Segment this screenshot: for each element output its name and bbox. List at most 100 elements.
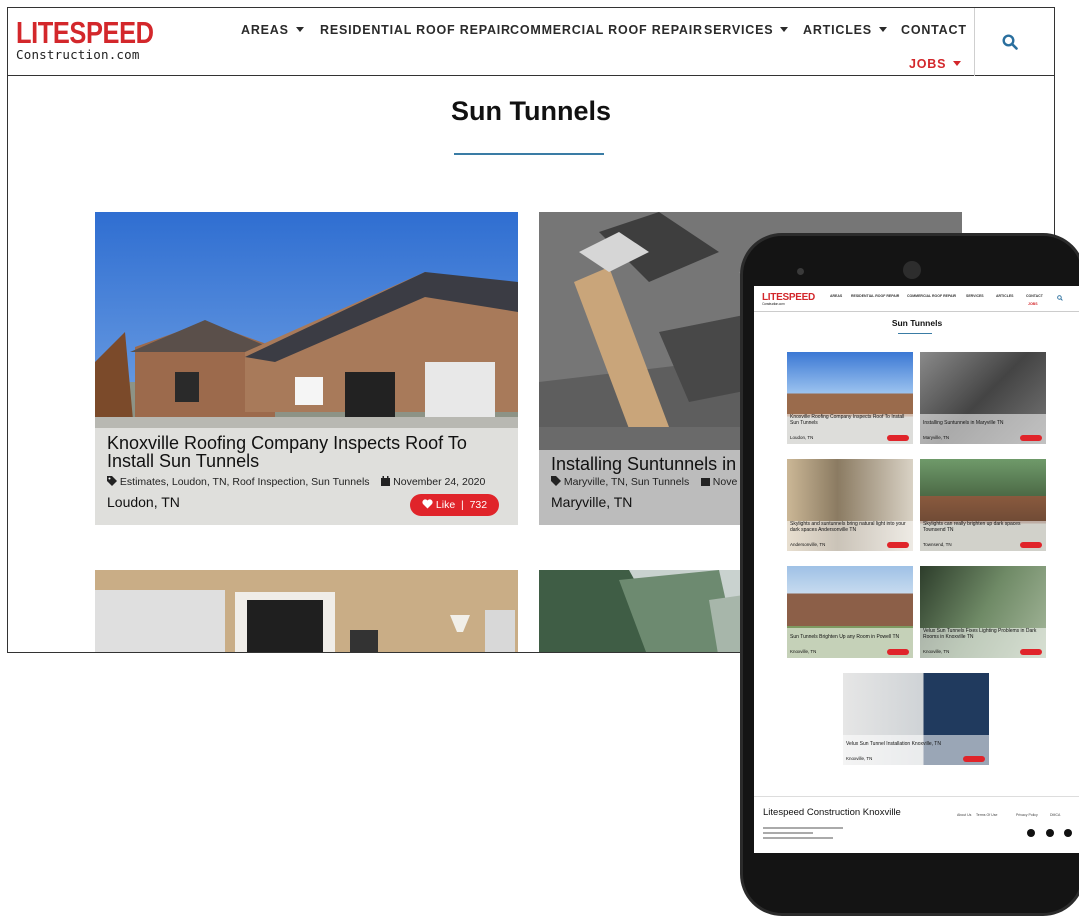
mobile-card-title: Skylights and suntunnels bring natural l… <box>790 521 906 533</box>
like-button[interactable] <box>887 649 909 655</box>
nav-item-contact[interactable]: CONTACT <box>901 23 967 37</box>
mobile-card-location: Knoxville, TN <box>846 756 873 761</box>
nav-label: AREAS <box>241 23 289 37</box>
phone-camera <box>797 268 804 275</box>
phone-speaker <box>903 261 921 279</box>
post-card[interactable] <box>95 570 518 652</box>
mobile-card[interactable]: Sun Tunnels Brighten Up any Room in Powe… <box>787 566 913 658</box>
footer-phone-line <box>763 832 813 834</box>
mobile-nav-areas[interactable]: AREAS <box>830 294 842 298</box>
phone-mockup: LITESPEED Construction.com AREAS RESIDENT… <box>740 233 1079 916</box>
caret-down-icon <box>953 61 962 66</box>
social-icon[interactable] <box>1064 829 1072 837</box>
mobile-card[interactable]: Skylights and suntunnels bring natural l… <box>787 459 913 551</box>
card-photo-room <box>95 570 518 652</box>
card-location: Loudon, TN <box>107 494 180 510</box>
mobile-nav-services[interactable]: SERVICES <box>966 294 984 298</box>
like-button[interactable] <box>1020 649 1042 655</box>
card-tags[interactable]: Maryville, TN, Sun Tunnels <box>564 476 689 488</box>
footer-link-about[interactable]: About Us <box>957 813 971 817</box>
mobile-card[interactable]: Velux Sun Tunnels Fixes Lighting Problem… <box>920 566 1046 658</box>
nav-item-areas[interactable]: AREAS <box>241 23 304 37</box>
mobile-card-location: Knoxville, TN <box>790 649 817 654</box>
social-icon[interactable] <box>1027 829 1035 837</box>
mobile-card-location: Loudon, TN <box>790 435 814 440</box>
calendar-icon <box>381 476 391 486</box>
footer-title: Litespeed Construction Knoxville <box>763 807 901 818</box>
tag-icon <box>551 476 561 486</box>
card-date: Nove <box>712 476 738 488</box>
like-button[interactable]: Like | 732 <box>410 494 500 516</box>
phone-screen: LITESPEED Construction.com AREAS RESIDENT… <box>754 286 1079 853</box>
footer-link-privacy[interactable]: Privacy Policy <box>1016 813 1038 817</box>
mobile-card-location: Andersonville, TN <box>790 542 826 547</box>
social-icon[interactable] <box>1046 829 1054 837</box>
like-button[interactable] <box>1020 542 1042 548</box>
mobile-card[interactable]: Installing Suntunnels in Maryville TN Ma… <box>920 352 1046 444</box>
search-icon[interactable] <box>1057 295 1063 301</box>
mobile-card-location: Maryville, TN <box>923 435 950 440</box>
footer-link-dmca[interactable]: DMCA <box>1050 813 1060 817</box>
nav-item-articles[interactable]: ARTICLES <box>803 23 887 37</box>
mobile-card-location: Knoxville, TN <box>923 649 950 654</box>
mobile-footer: Litespeed Construction Knoxville About U… <box>754 796 1079 853</box>
tag-icon <box>107 476 117 486</box>
nav-item-services[interactable]: SERVICES <box>704 23 789 37</box>
nav-label: ARTICLES <box>803 23 872 37</box>
nav-item-residential[interactable]: RESIDENTIAL ROOF REPAIR <box>320 23 511 37</box>
card-tags[interactable]: Estimates, Loudon, TN, Roof Inspection, … <box>120 476 370 488</box>
site-header: LITESPEED Construction.com AREAS RESIDEN… <box>8 8 1054 76</box>
mobile-card-title: Velux Sun Tunnels Fixes Lighting Problem… <box>923 628 1037 640</box>
calendar-icon <box>700 478 710 486</box>
nav-item-commercial[interactable]: COMMERCIAL ROOF REPAIR <box>510 23 703 37</box>
mobile-logo[interactable]: LITESPEED Construction.com <box>762 292 815 306</box>
like-label: Like <box>435 499 456 511</box>
title-underline <box>454 153 604 155</box>
mobile-nav-contact[interactable]: CONTACT <box>1026 294 1043 298</box>
mobile-card-title: Installing Suntunnels in Maryville TN <box>923 419 1004 426</box>
search-icon[interactable] <box>1002 34 1018 50</box>
mobile-card-title: Sun Tunnels Brighten Up any Room in Powe… <box>790 633 900 640</box>
mobile-card[interactable]: Knoxville Roofing Company Inspects Roof … <box>787 352 913 444</box>
mobile-card-title: Velux Sun Tunnel Installation Knoxville,… <box>846 740 941 747</box>
like-button[interactable] <box>887 435 909 441</box>
mobile-header: LITESPEED Construction.com AREAS RESIDENT… <box>754 286 1079 312</box>
site-logo[interactable]: LITESPEED Construction.com <box>16 16 161 66</box>
caret-down-icon <box>295 27 304 32</box>
nav-label: SERVICES <box>704 23 774 37</box>
mobile-card[interactable]: Skylights can really brighten up dark sp… <box>920 459 1046 551</box>
nav-item-jobs[interactable]: JOBS <box>909 57 962 71</box>
screenshot-stage: LITESPEED Construction.com AREAS RESIDEN… <box>0 0 1079 919</box>
card-title[interactable]: Knoxville Roofing Company Inspects Roof … <box>107 434 502 470</box>
like-count: 732 <box>469 499 488 511</box>
card-meta: Estimates, Loudon, TN, Roof Inspection, … <box>107 476 485 488</box>
mobile-card-title: Knoxville Roofing Company Inspects Roof … <box>790 414 905 426</box>
like-button[interactable] <box>1020 435 1042 441</box>
mobile-card-title: Skylights can really brighten up dark sp… <box>923 521 1021 533</box>
caret-down-icon <box>780 27 789 32</box>
mobile-card[interactable]: Velux Sun Tunnel Installation Knoxville,… <box>843 673 989 765</box>
footer-link-terms[interactable]: Terms Of Use <box>976 813 997 817</box>
mobile-page-title: Sun Tunnels <box>891 318 943 328</box>
main-nav: AREAS RESIDENTIAL ROOF REPAIR COMMERCIAL… <box>236 15 966 71</box>
heart-icon <box>422 499 433 509</box>
mobile-title-underline <box>898 333 932 334</box>
mobile-card-location: Townsend, TN <box>923 542 952 547</box>
mobile-nav-jobs[interactable]: JOBS <box>1028 302 1038 306</box>
mobile-nav-residential[interactable]: RESIDENTIAL ROOF REPAIR <box>851 294 899 298</box>
post-card[interactable]: Knoxville Roofing Company Inspects Roof … <box>95 212 518 525</box>
header-divider <box>974 8 975 76</box>
mobile-nav-articles[interactable]: ARTICLES <box>996 294 1014 298</box>
footer-contact-info <box>763 825 843 839</box>
card-meta: Maryville, TN, Sun Tunnels Nove <box>551 476 737 488</box>
like-button[interactable] <box>887 542 909 548</box>
card-location: Maryville, TN <box>551 494 633 510</box>
like-separator: | <box>458 499 467 511</box>
footer-email-line <box>763 837 833 839</box>
nav-label: JOBS <box>909 57 947 71</box>
like-button[interactable] <box>963 756 985 762</box>
logo-wordmark: LITESPEED <box>16 15 154 50</box>
page-title: Sun Tunnels <box>451 96 611 126</box>
mobile-nav-commercial[interactable]: COMMERCIAL ROOF REPAIR <box>907 294 956 298</box>
card-date: November 24, 2020 <box>393 476 486 488</box>
